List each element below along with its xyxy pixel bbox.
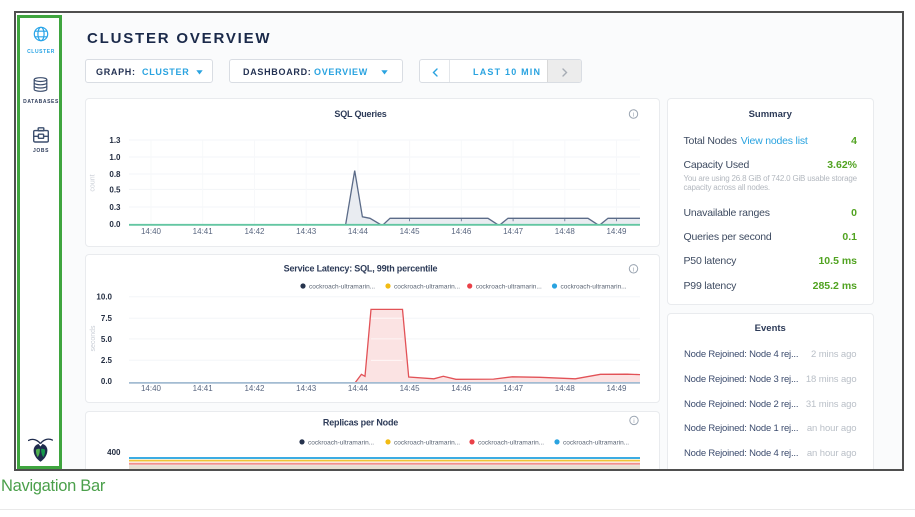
svg-text:14:40: 14:40 — [141, 227, 162, 236]
svg-text:14:44: 14:44 — [348, 227, 369, 236]
svg-text:14:45: 14:45 — [400, 383, 421, 392]
svg-text:14:49: 14:49 — [606, 227, 627, 236]
svg-text:0.3: 0.3 — [109, 203, 121, 212]
svg-text:i: i — [633, 418, 634, 425]
svg-text:14:42: 14:42 — [244, 383, 265, 392]
svg-text:5.0: 5.0 — [101, 334, 113, 343]
svg-text:14:41: 14:41 — [193, 383, 214, 392]
svg-text:10.0: 10.0 — [96, 292, 112, 301]
svg-text:seconds: seconds — [90, 324, 97, 351]
svg-text:14:49: 14:49 — [606, 383, 627, 392]
svg-text:0.0: 0.0 — [101, 376, 113, 385]
svg-text:2.5: 2.5 — [101, 356, 113, 365]
svg-text:i: i — [633, 112, 634, 119]
svg-text:cockroach-ultramarin...: cockroach-ultramarin... — [476, 283, 542, 290]
svg-text:count: count — [90, 174, 97, 191]
svg-text:14:47: 14:47 — [503, 383, 524, 392]
svg-text:14:48: 14:48 — [555, 227, 576, 236]
svg-text:400: 400 — [107, 448, 121, 457]
svg-text:cockroach-ultramarin...: cockroach-ultramarin... — [394, 283, 460, 290]
svg-text:14:40: 14:40 — [141, 383, 162, 392]
svg-text:cockroach-ultramarin...: cockroach-ultramarin... — [394, 440, 460, 447]
svg-text:14:44: 14:44 — [348, 383, 369, 392]
svg-text:SQL Queries: SQL Queries — [334, 109, 386, 119]
svg-text:14:43: 14:43 — [296, 383, 317, 392]
svg-text:14:46: 14:46 — [451, 227, 472, 236]
svg-text:0.5: 0.5 — [109, 185, 121, 194]
svg-text:cockroach-ultramarin...: cockroach-ultramarin... — [561, 283, 627, 290]
svg-text:cockroach-ultramarin...: cockroach-ultramarin... — [309, 283, 375, 290]
svg-text:14:47: 14:47 — [503, 227, 524, 236]
svg-text:i: i — [633, 266, 634, 273]
svg-text:cockroach-ultramarin...: cockroach-ultramarin... — [308, 440, 374, 447]
svg-text:1.0: 1.0 — [109, 153, 121, 162]
svg-text:14:45: 14:45 — [400, 227, 421, 236]
svg-text:Replicas per Node: Replicas per Node — [323, 418, 398, 428]
svg-text:14:43: 14:43 — [296, 227, 317, 236]
svg-text:0.0: 0.0 — [109, 220, 121, 229]
svg-text:14:41: 14:41 — [193, 227, 214, 236]
svg-text:cockroach-ultramarin...: cockroach-ultramarin... — [563, 440, 629, 447]
svg-text:14:46: 14:46 — [451, 383, 472, 392]
svg-text:14:48: 14:48 — [555, 383, 576, 392]
svg-text:cockroach-ultramarin...: cockroach-ultramarin... — [478, 440, 544, 447]
svg-text:1.3: 1.3 — [109, 136, 121, 145]
svg-text:7.5: 7.5 — [101, 314, 113, 323]
svg-text:0.8: 0.8 — [109, 170, 121, 179]
svg-text:14:42: 14:42 — [244, 227, 265, 236]
svg-text:Service Latency: SQL, 99th per: Service Latency: SQL, 99th percentile — [284, 263, 438, 273]
